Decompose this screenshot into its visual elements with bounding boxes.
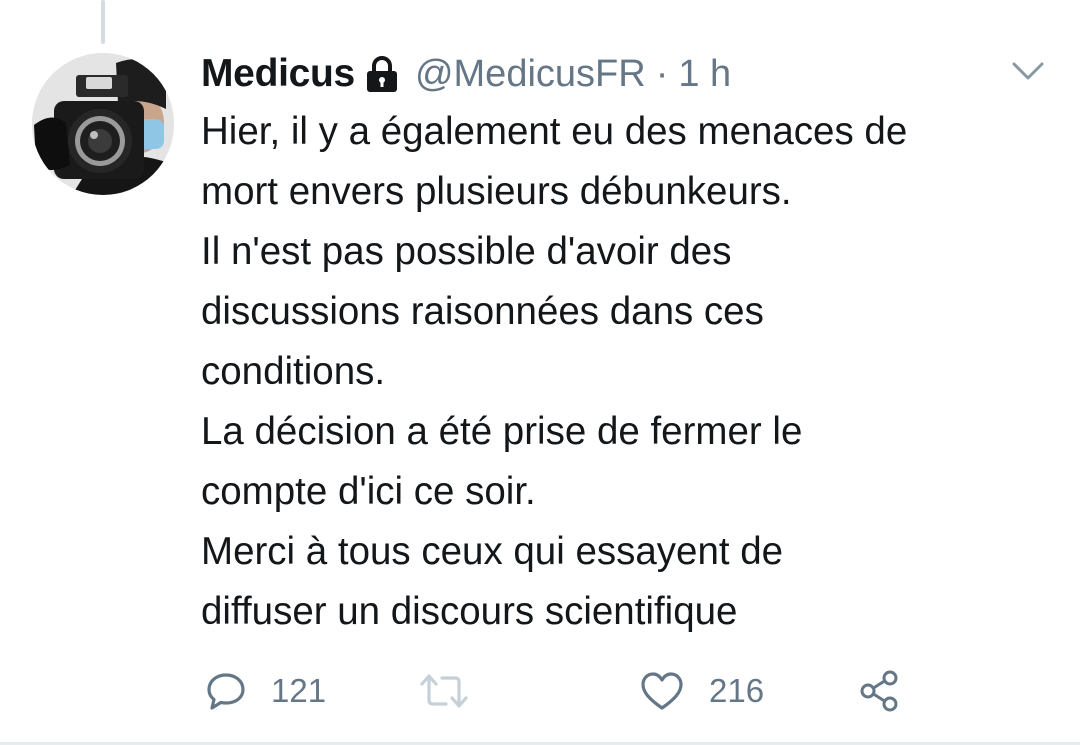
reply-button[interactable]: 121	[205, 660, 326, 722]
tweet-text-line: Hier, il y a également eu des menaces de	[201, 110, 908, 153]
tweet-actions-bar: 121 216	[0, 660, 1080, 722]
timestamp[interactable]: 1 h	[678, 53, 731, 96]
retweet-button[interactable]	[418, 660, 494, 722]
tweet-text-line: diffuser un discours scientifique	[201, 590, 738, 633]
reply-icon	[205, 670, 247, 712]
username-handle[interactable]: @MedicusFR	[415, 53, 646, 96]
tweet-header: Medicus @MedicusFR · 1 h	[201, 46, 731, 102]
share-icon	[857, 668, 903, 714]
reply-count: 121	[271, 672, 327, 709]
like-count: 216	[709, 672, 765, 709]
tweet-text-line: conditions.	[201, 350, 386, 393]
avatar[interactable]	[32, 53, 174, 195]
tweet-text-line: Il n'est pas possible d'avoir des	[201, 230, 732, 273]
thread-connector-line	[101, 0, 105, 44]
tweet-text-line: mort envers plusieurs débunkeurs.	[201, 170, 792, 213]
tweet-text-line: Merci à tous ceux qui essayent de	[201, 530, 784, 573]
share-button[interactable]	[857, 660, 903, 722]
retweet-icon	[418, 670, 470, 712]
chevron-down-icon[interactable]	[1008, 56, 1048, 86]
tweet-text-line: discussions raisonnées dans ces	[201, 290, 764, 333]
lock-icon	[363, 54, 401, 94]
display-name[interactable]: Medicus	[201, 52, 355, 96]
separator-dot: ·	[655, 52, 669, 95]
heart-icon	[639, 670, 685, 712]
tweet-card[interactable]: Medicus @MedicusFR · 1 h Hier, il y a ég…	[0, 0, 1080, 745]
avatar-photo	[32, 53, 174, 195]
tweet-text-line: La décision a été prise de fermer le	[201, 410, 803, 453]
like-button[interactable]: 216	[639, 660, 764, 722]
tweet-text: Hier, il y a également eu des menaces de…	[201, 102, 1051, 642]
tweet-text-line: compte d'ici ce soir.	[201, 470, 536, 513]
